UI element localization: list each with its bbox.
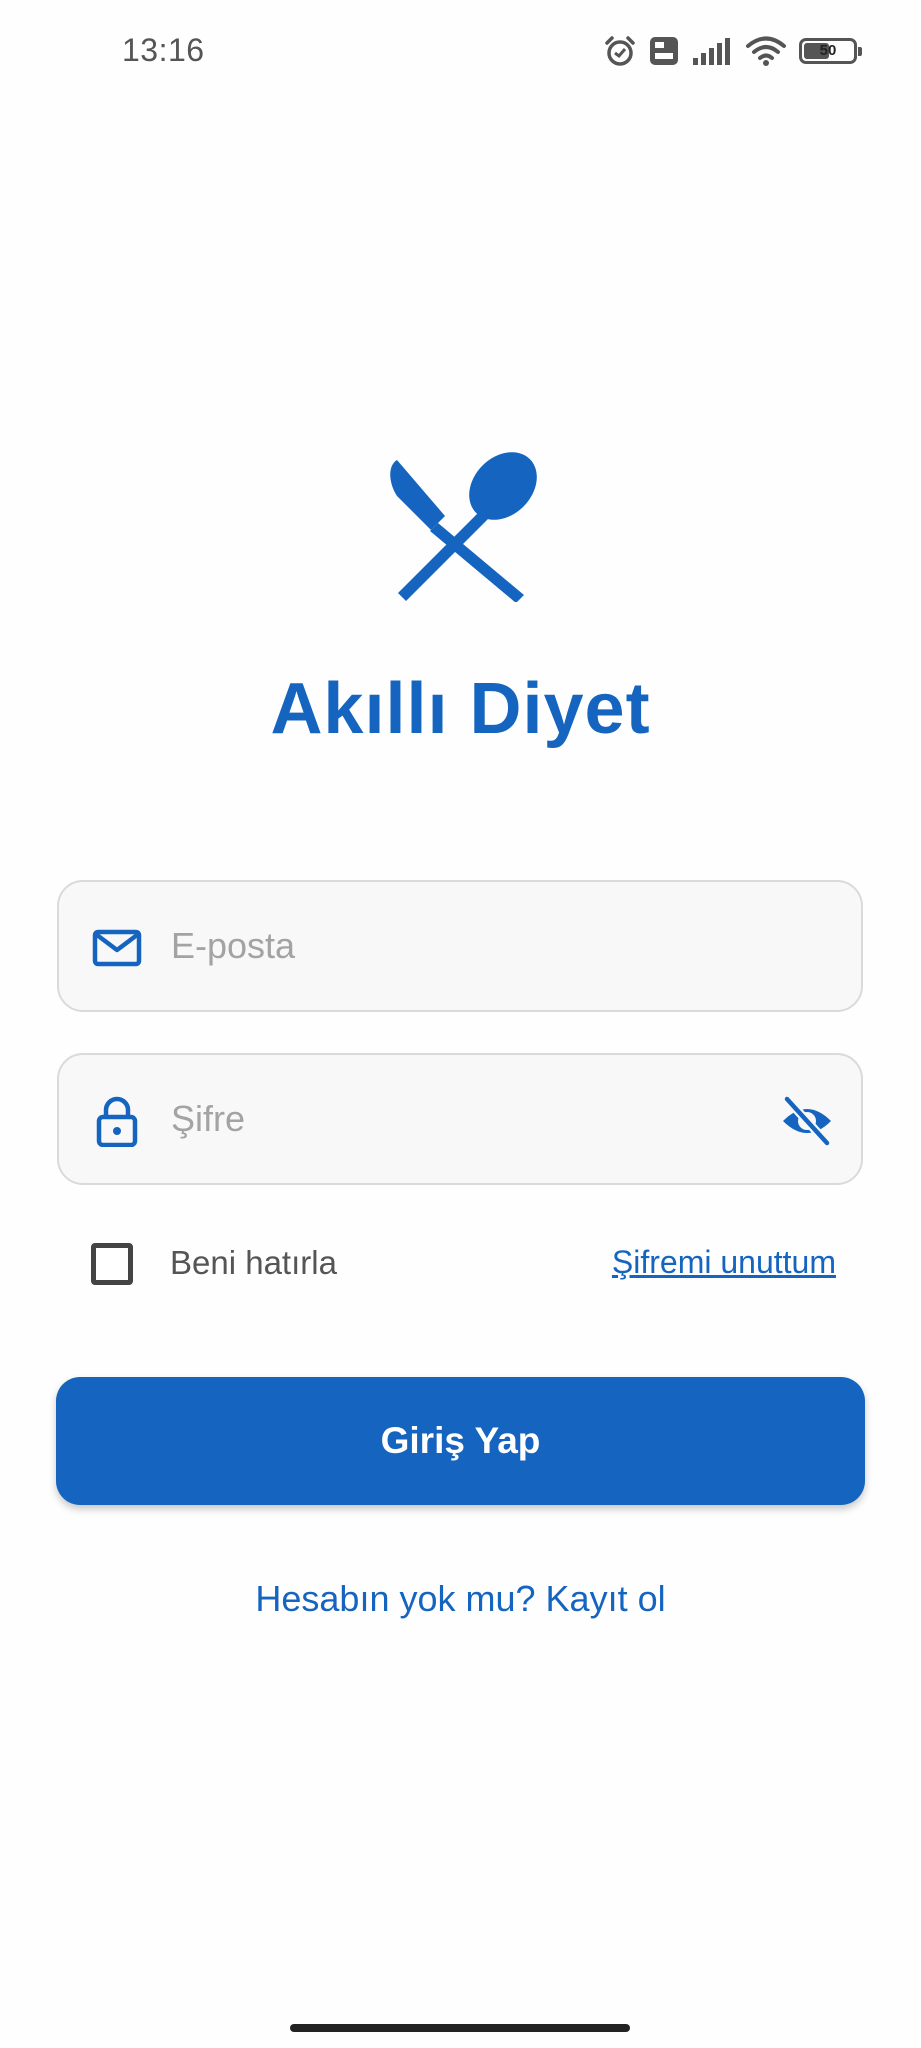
forgot-password-link[interactable]: Şifremi unuttum [612,1244,836,1281]
volte-icon [649,36,679,66]
email-input[interactable] [171,882,761,1010]
lock-icon [91,1095,143,1148]
status-bar: 13:16 50 [0,0,921,104]
remember-me-label: Beni hatırla [170,1244,337,1281]
battery-icon: 50 [799,38,862,64]
wifi-icon [745,35,787,67]
status-icons: 50 [603,30,862,72]
fork-knife-spoon-icon [383,452,543,603]
battery-level: 50 [819,42,837,59]
email-field[interactable] [57,880,863,1012]
register-link[interactable]: Hesabın yok mu? Kayıt ol [0,1578,921,1620]
password-field[interactable] [57,1053,863,1185]
app-title: Akıllı Diyet [270,669,651,749]
mail-icon [91,922,143,974]
alarm-icon [603,34,637,68]
remember-me-checkbox[interactable] [91,1243,133,1285]
status-time: 13:16 [122,32,205,68]
login-screen: 13:16 50 Akıllı Diyet E-posta Beni hatır… [0,0,921,2048]
password-input[interactable] [171,1055,761,1183]
signal-icon [691,36,733,66]
eye-off-icon[interactable] [779,1093,835,1149]
login-button[interactable]: Giriş Yap [56,1377,865,1505]
home-indicator[interactable] [290,2024,630,2032]
